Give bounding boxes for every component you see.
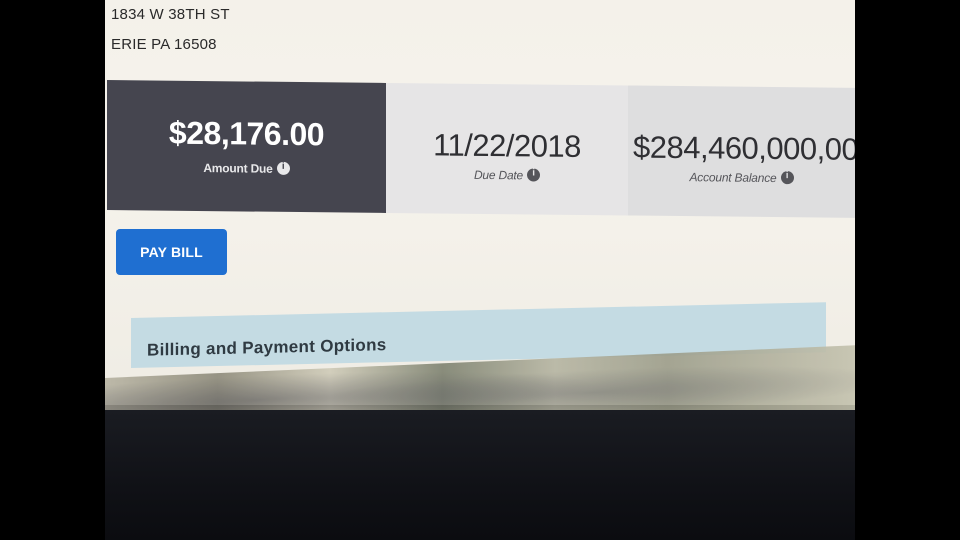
amount-due-caption: Amount Due [107,160,386,177]
amount-due-tile: $28,176.00 Amount Due [107,80,386,213]
billing-options-label: Billing and Payment Options [147,335,387,360]
amount-due-label: Amount Due [203,161,273,176]
due-date-caption: Due Date [386,167,628,184]
monitor-bezel [105,410,855,540]
account-balance-label: Account Balance [689,170,777,186]
info-icon[interactable] [276,161,290,175]
due-date-tile: 11/22/2018 Due Date [386,82,628,216]
monitor-screen: 1834 W 38TH ST ERIE PA 16508 $28,176.00 … [105,0,855,405]
bill-summary: $28,176.00 Amount Due 11/22/2018 Due Dat… [105,80,855,220]
pay-bill-button[interactable]: PAY BILL [116,229,227,275]
account-balance-value: $284,460,000,000, [633,129,855,168]
account-balance-caption: Account Balance [628,169,855,185]
amount-due-value: $28,176.00 [168,114,325,153]
due-date-value: 11/22/2018 [433,127,581,164]
address-line-1: 1834 W 38TH ST [111,6,230,23]
info-icon[interactable] [780,171,794,185]
photo-frame: 1834 W 38TH ST ERIE PA 16508 $28,176.00 … [0,0,960,540]
address-line-2: ERIE PA 16508 [111,36,217,53]
due-date-label: Due Date [473,167,524,183]
info-icon[interactable] [527,168,541,182]
account-balance-tile: $284,460,000,000, Account Balance [628,85,855,218]
